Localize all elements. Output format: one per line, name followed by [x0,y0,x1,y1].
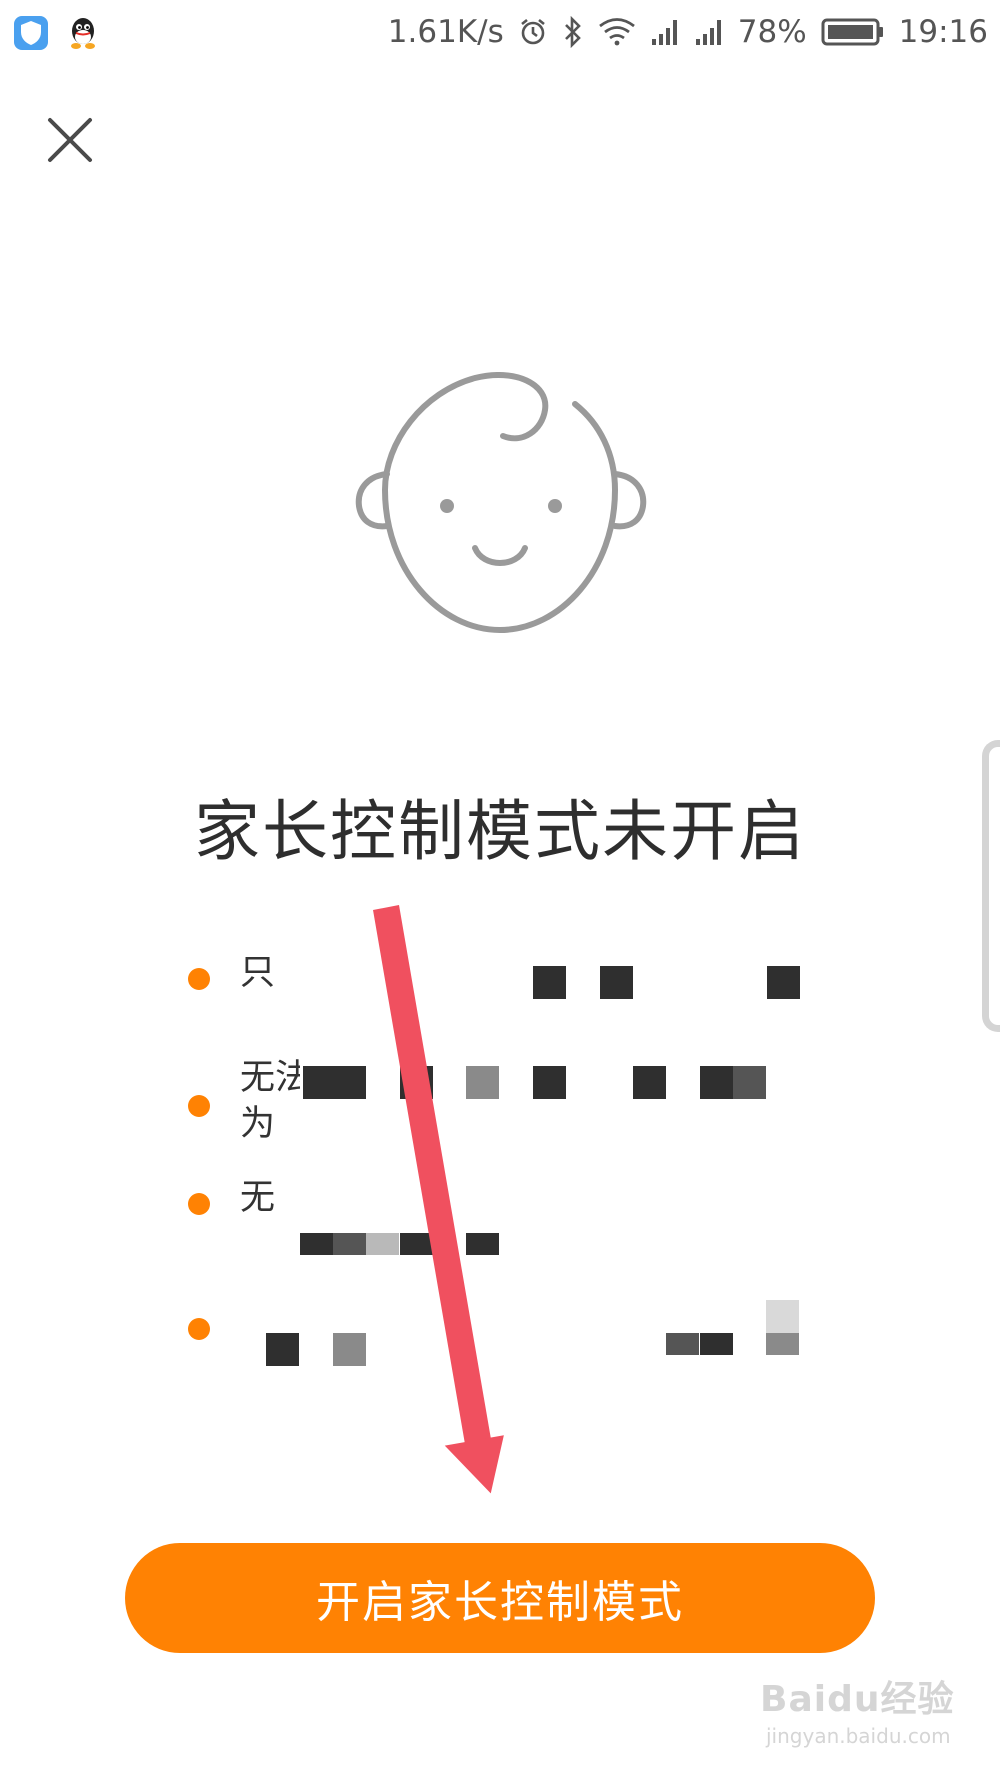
clock: 19:16 [898,14,988,50]
page-title: 家长控制模式未开启 [194,793,806,870]
watermark-brand: Baidu经验 [760,1679,955,1720]
baby-face-icon [355,372,647,634]
bullet-dot [188,1095,210,1117]
annotation-arrow [373,905,504,1494]
enable-parental-control-button[interactable]: 开启家长控制模式 [125,1543,875,1653]
bullet-dot [188,968,210,990]
close-icon [48,118,92,162]
signal-icon [650,17,680,47]
watermark: Baidu经验 jingyan.baidu.com [760,1670,954,1748]
status-bar: 1.61K/s 78% 19:16 [0,0,1000,72]
bullet-dot [188,1318,210,1340]
side-panel-handle[interactable] [982,740,1000,1032]
alarm-icon [518,17,548,47]
bluetooth-icon [562,16,584,48]
battery-icon [821,17,885,47]
watermark-url: jingyan.baidu.com [766,1724,951,1748]
battery-percent: 78% [737,14,807,50]
shield-app-icon [14,16,48,50]
qq-app-icon [66,16,100,50]
wifi-icon [598,17,636,47]
network-speed: 1.61K/s [387,14,504,50]
bullet-dot [188,1193,210,1215]
signal-icon [694,17,724,47]
close-button[interactable] [40,110,100,170]
